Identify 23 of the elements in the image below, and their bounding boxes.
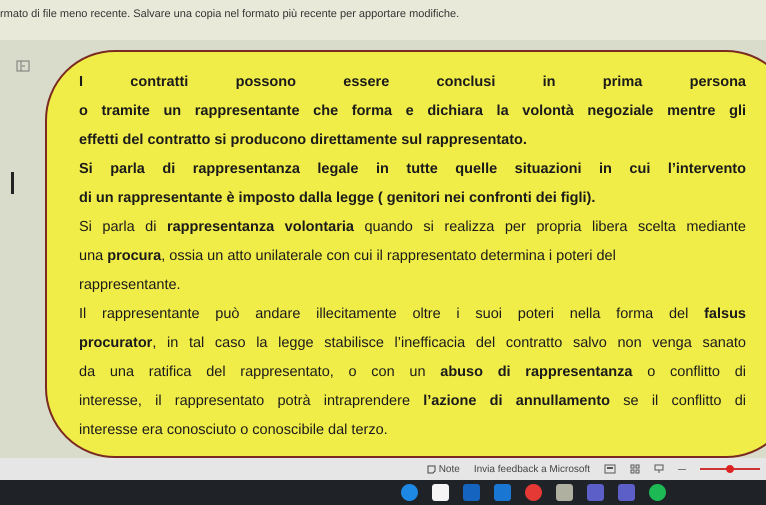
text-line: una procura, ossia un atto unilaterale con cui il rappresentato determina i poteri del <box>79 247 616 266</box>
text-line: I contratti possono essere conclusi in prima persona <box>79 73 746 92</box>
notes-button[interactable]: Note <box>426 462 460 476</box>
text-line: procurator, in tal caso la legge stabilisce l’inefficacia del contratto salvo non venga sanato <box>79 334 746 353</box>
normal-view-icon[interactable] <box>604 464 616 474</box>
note-icon <box>426 464 436 474</box>
text-line: Si parla di rappresentanza volontaria quando si realizza per propria libera scelta mediante <box>79 218 746 237</box>
text-line: interesse, il rappresentato potrà intraprendere l’azione di annullamento se il conflitto di <box>79 392 746 411</box>
text-cursor <box>11 172 14 194</box>
text-line: da una ratifica del rappresentato, o con un abuso di rappresentanza o conflitto di <box>79 363 746 382</box>
feedback-link[interactable]: Invia feedback a Microsoft <box>474 462 590 476</box>
text-line: Si parla di rappresentanza legale in tutte quelle situazioni in cui l’intervento <box>79 160 746 179</box>
text-line: rappresentante. <box>79 276 181 295</box>
text-line: interesse era conosciuto o conoscibile dal terzo. <box>79 421 388 440</box>
presenter-icon[interactable] <box>654 464 664 474</box>
text-line: o tramite un rappresentante che forma e dichiara la volontà negoziale mentre gli <box>79 102 746 121</box>
info-message: rmato di file meno recente. Salvare una copia nel formato più recente per apportare modifiche. <box>0 8 460 20</box>
text-line: di un rappresentante è imposto dalla legge ( genitori nei confronti dei figli). <box>79 189 596 208</box>
text-line: effetti del contratto si producono direttamente sul rappresentato. <box>79 131 527 150</box>
zoom-thumb[interactable] <box>726 465 734 473</box>
text-line: Il rappresentante può andare illecitamente oltre i suoi poteri nella forma del falsus <box>79 305 746 324</box>
grid-view-icon[interactable] <box>630 464 640 474</box>
panel-icon[interactable] <box>16 60 30 72</box>
